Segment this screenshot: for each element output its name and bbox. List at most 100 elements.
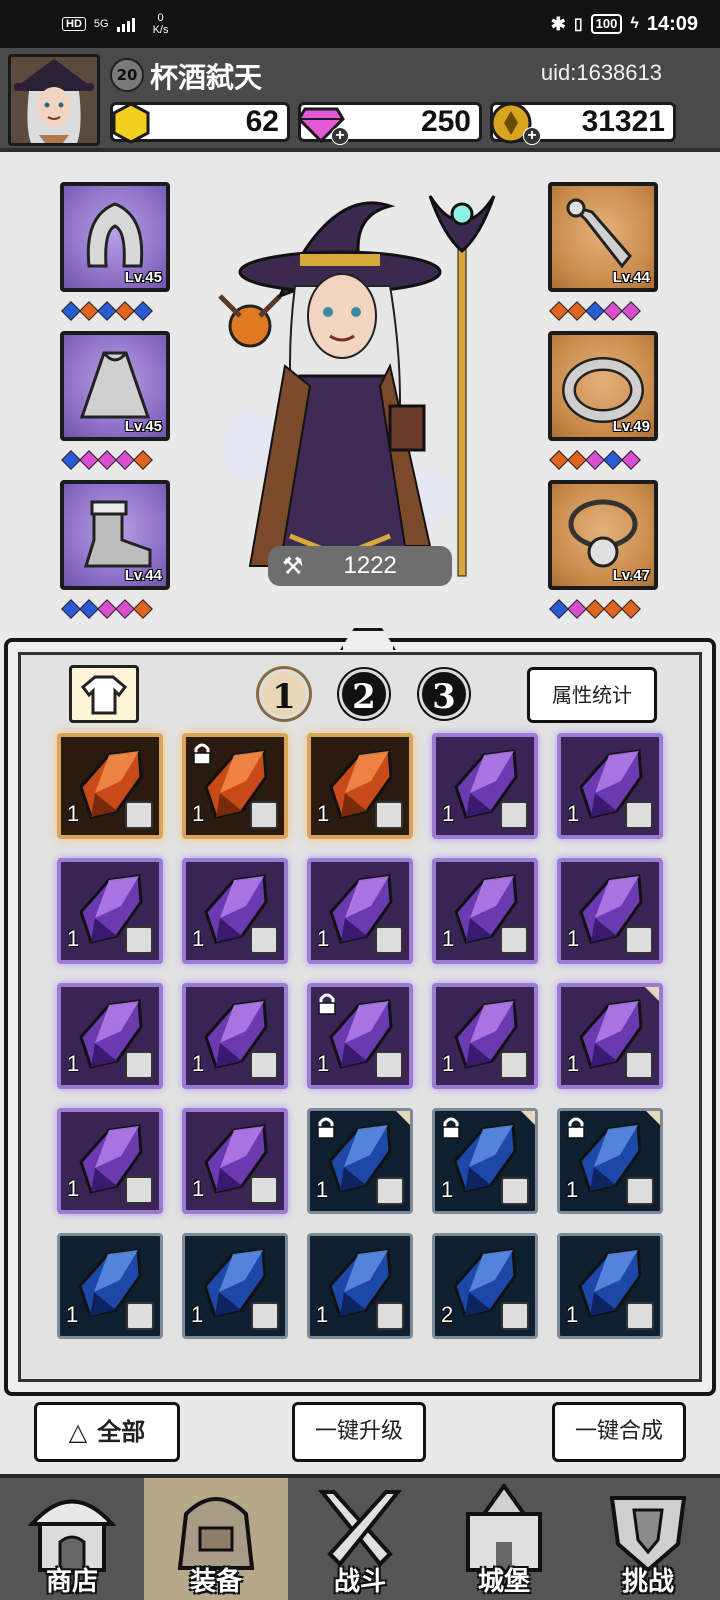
- slot-level: Lv.47: [612, 567, 650, 584]
- inventory-item[interactable]: 1: [432, 858, 538, 964]
- nav-battle[interactable]: 战斗: [288, 1478, 432, 1600]
- item-count: 1: [442, 926, 455, 951]
- combat-power-value: 1222: [343, 552, 397, 579]
- boot-type-icon: [375, 926, 403, 954]
- inventory-item[interactable]: 1: [307, 983, 413, 1089]
- item-count: 1: [567, 801, 580, 826]
- nav-castle-label: 城堡: [477, 1567, 530, 1597]
- speed-unit: K/s: [152, 24, 169, 36]
- inventory-item[interactable]: 1: [182, 733, 288, 839]
- socket-gem-icon: [61, 599, 81, 619]
- socket-gem-icon: [79, 599, 99, 619]
- necklace-type-icon: [125, 1176, 153, 1204]
- equip-slot-weapon[interactable]: Lv.44: [548, 182, 658, 292]
- socket-gem-icon: [133, 450, 153, 470]
- cloak-type-icon: [251, 1302, 279, 1330]
- inventory-page-tab-2[interactable]: 2: [339, 669, 389, 719]
- witch-portrait-icon: [11, 57, 97, 143]
- item-count: 1: [317, 801, 330, 826]
- nav-equipment[interactable]: 装备: [144, 1478, 288, 1600]
- diamond-amount: 250: [420, 105, 471, 138]
- lock-icon: [566, 1117, 586, 1143]
- inventory-item[interactable]: 1: [557, 858, 663, 964]
- inventory-item[interactable]: 1: [182, 1108, 288, 1214]
- network-type: 5G: [93, 18, 109, 30]
- new-item-corner-marker: [645, 987, 659, 1001]
- equipment-filter-button[interactable]: [69, 665, 139, 723]
- cloak-type-icon: [125, 926, 153, 954]
- inventory-item[interactable]: 1: [432, 1108, 538, 1214]
- inventory-item[interactable]: 1: [557, 983, 663, 1089]
- inventory-page-tab-1[interactable]: 1: [259, 669, 309, 719]
- socket-gem-icon: [133, 599, 153, 619]
- inventory-item[interactable]: 1: [307, 733, 413, 839]
- inventory-item[interactable]: 2: [432, 1233, 538, 1339]
- inventory-inner: 1 2 3 属性统计 1111111111111111111111121: [18, 652, 702, 1382]
- add-diamond-button[interactable]: +: [331, 127, 349, 145]
- speed-value: 0: [157, 12, 164, 24]
- socket-gem-icon: [603, 301, 623, 321]
- socket-gem-icon: [621, 599, 641, 619]
- equip-slot-necklace[interactable]: Lv.47: [548, 480, 658, 590]
- inventory-item[interactable]: 1: [182, 858, 288, 964]
- status-bar: HD 5G 0 K/s ✱ ▯ 100 ϟ 14:09: [0, 0, 720, 48]
- nav-challenge[interactable]: 挑战: [576, 1478, 720, 1600]
- shirt-icon: [81, 675, 127, 715]
- inventory-item[interactable]: 1: [432, 733, 538, 839]
- socket-gem-icon: [549, 450, 569, 470]
- player-avatar[interactable]: [8, 54, 100, 146]
- equip-slot-ring[interactable]: Lv.49: [548, 331, 658, 441]
- inventory-item[interactable]: 1: [57, 733, 163, 839]
- item-count: 1: [192, 1176, 205, 1201]
- necklace-type-icon: [625, 1051, 653, 1079]
- equip-slot-hood[interactable]: Lv.45: [60, 182, 170, 292]
- inventory-item[interactable]: 1: [557, 1108, 663, 1214]
- coin-amount: 31321: [581, 105, 665, 138]
- item-count: 1: [442, 801, 455, 826]
- nav-castle[interactable]: 城堡: [432, 1478, 576, 1600]
- cloak-type-icon: [626, 1177, 654, 1205]
- attribute-stats-button[interactable]: 属性统计: [527, 667, 657, 723]
- socket-gem-icon: [79, 450, 99, 470]
- socket-gem-icon: [585, 450, 605, 470]
- coin-currency: + 31321: [490, 102, 676, 145]
- cloak-type-icon: [625, 801, 653, 829]
- upgrade-all-button[interactable]: 一键升级: [292, 1402, 426, 1462]
- inventory-item[interactable]: 1: [557, 733, 663, 839]
- socket-gem-icon: [115, 450, 135, 470]
- inventory-item[interactable]: 1: [57, 1233, 163, 1339]
- item-count: 1: [66, 1302, 79, 1327]
- nav-shop[interactable]: 商店: [0, 1478, 144, 1600]
- boot-type-icon: [376, 1302, 404, 1330]
- inventory-item[interactable]: 1: [57, 983, 163, 1089]
- ring-type-icon: [250, 1051, 278, 1079]
- slot-level: Lv.45: [124, 418, 162, 435]
- merge-all-button[interactable]: 一键合成: [552, 1402, 686, 1462]
- inventory-item[interactable]: 1: [307, 1233, 413, 1339]
- socket-gem-icon: [585, 301, 605, 321]
- inventory-item[interactable]: 1: [307, 858, 413, 964]
- item-count: 1: [67, 1176, 80, 1201]
- inventory-item[interactable]: 1: [557, 1233, 663, 1339]
- item-count: 1: [566, 1302, 579, 1327]
- inventory-item[interactable]: 1: [307, 1108, 413, 1214]
- inventory-item[interactable]: 1: [432, 983, 538, 1089]
- inventory-item[interactable]: 1: [182, 983, 288, 1089]
- boot-type-icon: [626, 1302, 654, 1330]
- socket-gem-icon: [621, 450, 641, 470]
- ring-type-icon: [375, 1051, 403, 1079]
- inventory-item[interactable]: 1: [57, 858, 163, 964]
- inventory-item[interactable]: 1: [182, 1233, 288, 1339]
- socket-gem-icon: [603, 450, 623, 470]
- item-count: 1: [442, 1051, 455, 1076]
- filter-all-button[interactable]: △ 全部: [34, 1402, 180, 1462]
- inventory-page-tab-3[interactable]: 3: [419, 669, 469, 719]
- socket-gem-icon: [567, 450, 587, 470]
- gem-row: [549, 450, 641, 470]
- equip-slot-cloak[interactable]: Lv.45: [60, 331, 170, 441]
- socket-gem-icon: [133, 301, 153, 321]
- equip-slot-boots[interactable]: Lv.44: [60, 480, 170, 590]
- inventory-item[interactable]: 1: [57, 1108, 163, 1214]
- add-coin-button[interactable]: +: [523, 127, 541, 145]
- slot-level: Lv.44: [612, 269, 650, 286]
